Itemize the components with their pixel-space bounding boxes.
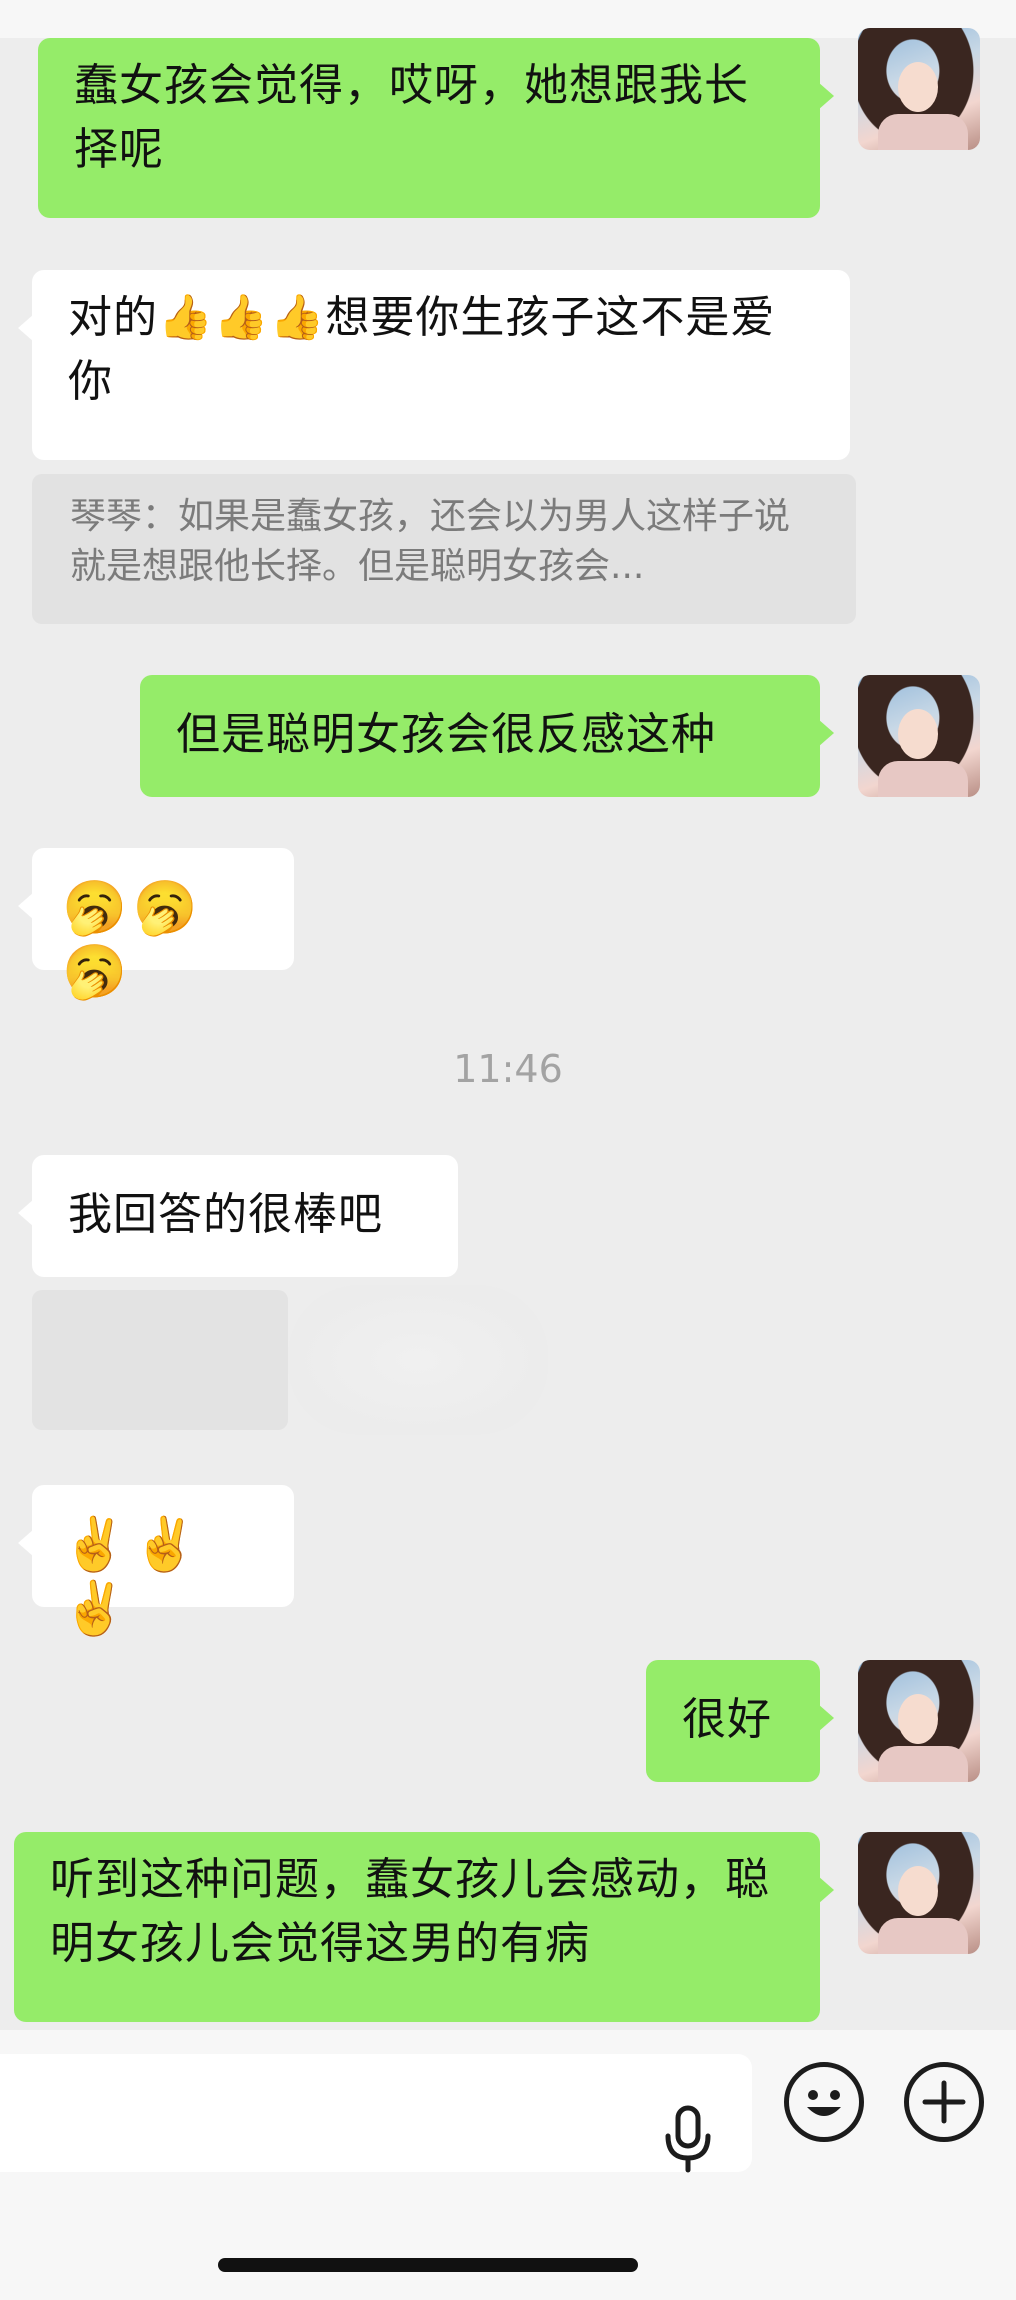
plus-icon[interactable] <box>904 2062 984 2142</box>
my-avatar[interactable] <box>858 675 980 797</box>
incoming-message-bubble[interactable]: 对的👍👍👍想要你生孩子这不是爱你 <box>18 270 850 460</box>
smiley-icon[interactable] <box>784 2062 864 2142</box>
home-indicator[interactable] <box>218 2258 638 2272</box>
outgoing-message-bubble[interactable]: 听到这种问题，蠢女孩儿会感动，聪明女孩儿会觉得这男的有病 <box>14 1832 834 2022</box>
message-text: 对的👍👍👍想要你生孩子这不是爱你 <box>68 292 776 407</box>
message-text: 但是聪明女孩会很反感这种 <box>176 709 716 760</box>
emoji-text: 🥱🥱🥱 <box>62 878 204 1002</box>
faded-image-placeholder <box>32 1290 288 1430</box>
quoted-message[interactable]: 琴琴：如果是蠢女孩，还会以为男人这样子说就是想跟他长择。但是聪明女孩会... <box>32 474 856 624</box>
outgoing-message-bubble[interactable]: 但是聪明女孩会很反感这种 <box>140 675 834 797</box>
message-text: 很好 <box>682 1694 772 1745</box>
quoted-text: 琴琴：如果是蠢女孩，还会以为男人这样子说就是想跟他长择。但是聪明女孩会... <box>70 496 791 587</box>
incoming-message-bubble[interactable]: 我回答的很棒吧 <box>18 1155 458 1277</box>
chat-message-list[interactable]: 蠢女孩会觉得，哎呀，她想跟我长择呢 对的👍👍👍想要你生孩子这不是爱你 琴琴：如果… <box>0 0 1016 2030</box>
my-avatar[interactable] <box>858 28 980 150</box>
incoming-emoji-bubble[interactable]: ✌️✌️✌️ <box>18 1485 294 1639</box>
microphone-icon[interactable] <box>660 2104 716 2174</box>
message-input[interactable] <box>0 2054 752 2174</box>
message-text: 蠢女孩会觉得，哎呀，她想跟我长择呢 <box>74 60 749 175</box>
message-text: 听到这种问题，蠢女孩儿会感动，聪明女孩儿会觉得这男的有病 <box>50 1854 770 1969</box>
my-avatar[interactable] <box>858 1660 980 1782</box>
message-text: 我回答的很棒吧 <box>68 1189 383 1240</box>
incoming-emoji-bubble[interactable]: 🥱🥱🥱 <box>18 848 294 1002</box>
emoji-text: ✌️✌️✌️ <box>62 1515 204 1639</box>
outgoing-message-bubble[interactable]: 很好 <box>646 1660 834 1782</box>
faded-blur-shape <box>288 1285 548 1435</box>
message-timestamp: 11:46 <box>453 1047 563 1091</box>
outgoing-message-bubble[interactable]: 蠢女孩会觉得，哎呀，她想跟我长择呢 <box>38 38 834 218</box>
my-avatar[interactable] <box>858 1832 980 1954</box>
